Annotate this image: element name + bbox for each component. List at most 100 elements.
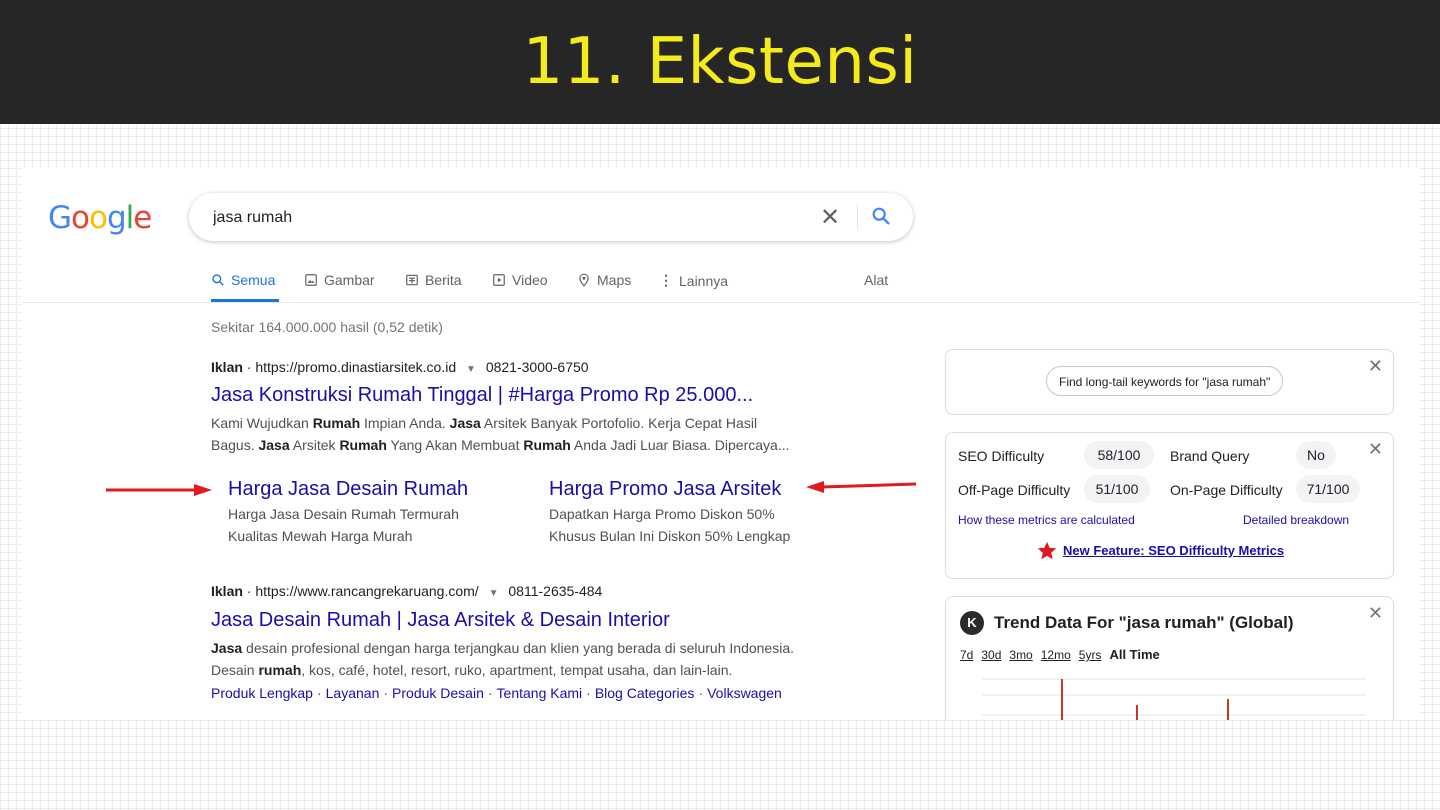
ad-sitelink[interactable]: Blog Categories: [595, 685, 695, 701]
trend-range-option[interactable]: 7d: [960, 648, 973, 662]
trend-range-option[interactable]: 12mo: [1041, 648, 1071, 662]
chevron-down-icon[interactable]: ▼: [466, 364, 476, 375]
bold-keyword: Rumah: [339, 437, 387, 453]
onpage-difficulty-label: On-Page Difficulty: [1170, 482, 1283, 498]
close-icon[interactable]: ✕: [820, 203, 840, 232]
separator: ·: [698, 685, 704, 701]
description-text: Anda Jadi Luar Biasa. Dipercaya...: [570, 437, 790, 453]
pin-icon: [579, 273, 589, 287]
ad-description: Kami Wujudkan Rumah Impian Anda. Jasa Ar…: [211, 412, 851, 456]
ad-sitelink[interactable]: Produk Lengkap: [211, 685, 313, 701]
chevron-down-icon[interactable]: ▼: [489, 588, 499, 599]
search-box-divider: [857, 205, 858, 229]
offpage-difficulty-label: Off-Page Difficulty: [958, 482, 1071, 498]
tab-berita[interactable]: Berita: [405, 272, 462, 288]
ad-description: Jasa desain profesional dengan harga ter…: [211, 637, 851, 681]
search-box: ✕: [189, 193, 913, 241]
trend-chart: [982, 678, 1366, 720]
seo-difficulty-label: SEO Difficulty: [958, 448, 1045, 464]
ad-badge: Iklan: [211, 583, 243, 599]
trend-range-option[interactable]: All Time: [1109, 647, 1159, 662]
ad-phone[interactable]: 0811-2635-484: [508, 583, 602, 599]
close-icon[interactable]: ✕: [1368, 603, 1383, 624]
search-input[interactable]: [211, 206, 795, 230]
tab-semua[interactable]: Semua: [211, 272, 275, 288]
ad-header: Iklan · https://promo.dinastiarsitek.co.…: [211, 359, 589, 375]
ad-sitelink[interactable]: Layanan: [326, 685, 380, 701]
onpage-difficulty-value: 71/100: [1296, 475, 1360, 503]
tab-gambar[interactable]: Gambar: [304, 272, 375, 288]
ad-badge: Iklan: [211, 359, 243, 375]
ad-header: Iklan · https://www.rancangrekaruang.com…: [211, 583, 603, 599]
logo-letter: G: [48, 200, 72, 236]
close-icon[interactable]: ✕: [1368, 356, 1383, 377]
bold-keyword: Jasa: [211, 640, 243, 656]
description-line: Bagus. Jasa Arsitek Rumah Yang Akan Memb…: [211, 434, 851, 456]
sitelink-description: Harga Jasa Desain Rumah Termurah: [228, 506, 459, 522]
magnifier-icon[interactable]: [870, 205, 892, 227]
longtail-button[interactable]: Find long-tail keywords for "jasa rumah": [1046, 366, 1284, 396]
tab-label: Video: [512, 272, 548, 288]
google-logo[interactable]: Google: [48, 200, 152, 236]
logo-letter: o: [71, 200, 90, 236]
description-line: Kami Wujudkan Rumah Impian Anda. Jasa Ar…: [211, 412, 851, 434]
tab-label: Lainnya: [679, 272, 729, 289]
sitelink-title[interactable]: Harga Promo Jasa Arsitek: [549, 478, 781, 501]
bold-keyword: Rumah: [312, 415, 361, 431]
tab-label: Maps: [597, 272, 632, 288]
annotation-arrow-right: [106, 484, 212, 496]
image-icon: [305, 274, 317, 286]
description-text: Arsitek: [289, 437, 340, 453]
trend-title: Trend Data For "jasa rumah" (Global): [994, 613, 1294, 632]
keywords-everywhere-logo: K: [960, 611, 984, 635]
play-icon: [493, 274, 505, 286]
new-feature-link[interactable]: New Feature: SEO Difficulty Metrics: [1063, 543, 1284, 558]
more-vert-icon: ⋮: [659, 272, 673, 288]
sitelink-description: Kualitas Mewah Harga Murah: [228, 528, 413, 544]
tab-alat[interactable]: Alat: [864, 272, 888, 288]
metrics-info-link[interactable]: How these metrics are calculated: [958, 513, 1135, 527]
sitelink-description: Dapatkan Harga Promo Diskon 50%: [549, 506, 775, 522]
tab-label: Semua: [231, 272, 276, 288]
trend-range-option[interactable]: 5yrs: [1079, 648, 1102, 662]
description-text: Impian Anda.: [360, 415, 450, 431]
tab-label: Alat: [864, 272, 889, 288]
ad-url[interactable]: https://www.rancangrekaruang.com/: [255, 583, 478, 599]
trend-range-option[interactable]: 3mo: [1009, 648, 1032, 662]
detailed-breakdown-link[interactable]: Detailed breakdown: [1243, 513, 1349, 527]
description-line: Desain rumah, kos, café, hotel, resort, …: [211, 659, 851, 681]
ad-sitelink[interactable]: Produk Desain: [392, 685, 484, 701]
news-icon: [406, 274, 418, 286]
seo-difficulty-card: ✕ SEO Difficulty 58/100 Brand Query No O…: [945, 432, 1394, 579]
tab-maps[interactable]: Maps: [577, 272, 631, 288]
logo-letter: o: [89, 200, 108, 236]
seo-difficulty-value: 58/100: [1084, 441, 1154, 469]
trend-range-selector: 7d 30d 3mo 12mo 5yrs All Time: [960, 647, 1168, 662]
annotation-arrow-left: [806, 481, 917, 493]
ad-sitelink[interactable]: Tentang Kami: [497, 685, 583, 701]
description-line: Jasa desain profesional dengan harga ter…: [211, 637, 851, 659]
ad-sitelinks-row: Produk Lengkap · Layanan · Produk Desain · Ten…: [211, 685, 782, 701]
slide-title-bar: 11. Ekstensi: [0, 0, 1440, 124]
separator: ·: [383, 685, 389, 701]
ad-phone[interactable]: 0821-3000-6750: [486, 359, 589, 375]
star-icon: [1037, 541, 1057, 560]
result-stats: Sekitar 164.000.000 hasil (0,52 detik): [211, 319, 443, 335]
google-serp-screenshot: Google ✕ Semua Gambar Berita Video Maps: [22, 168, 1420, 720]
ad-url[interactable]: https://promo.dinastiarsitek.co.id: [255, 359, 456, 375]
bold-keyword: Jasa: [449, 415, 481, 431]
tab-video[interactable]: Video: [492, 272, 548, 288]
ad-sitelink[interactable]: Volkswagen: [707, 685, 782, 701]
trend-range-option[interactable]: 30d: [981, 648, 1001, 662]
description-text: Desain: [211, 662, 259, 678]
search-icon: [212, 274, 224, 286]
sitelink-title[interactable]: Harga Jasa Desain Rumah: [228, 478, 468, 501]
close-icon[interactable]: ✕: [1368, 439, 1383, 460]
ad-title[interactable]: Jasa Desain Rumah | Jasa Arsitek & Desai…: [211, 609, 670, 632]
bold-keyword: Jasa: [258, 437, 290, 453]
description-text: Kami Wujudkan: [211, 415, 313, 431]
tab-lainnya[interactable]: ⋮ Lainnya: [659, 272, 728, 289]
ad-title[interactable]: Jasa Konstruksi Rumah Tinggal | #Harga P…: [211, 384, 753, 407]
tab-label: Berita: [425, 272, 462, 288]
separator: ·: [586, 685, 591, 701]
